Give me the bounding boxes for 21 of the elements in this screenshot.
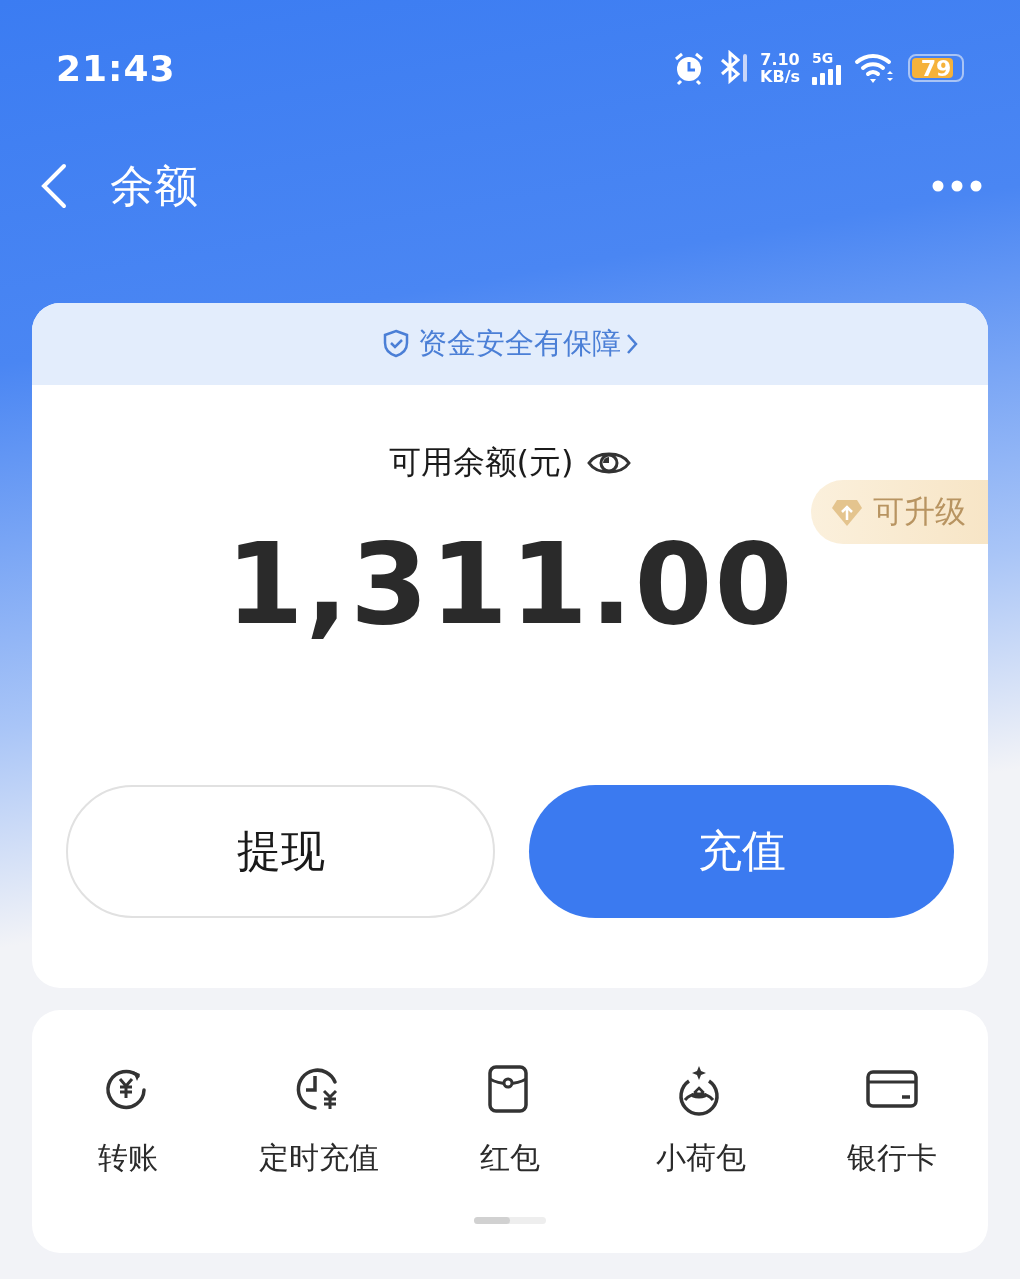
shortcut-item[interactable]: 银行卡 xyxy=(796,1060,988,1179)
network-speed: 7.10 KB/s xyxy=(760,51,800,85)
page-title: 余额 xyxy=(110,158,199,213)
shortcut-item[interactable]: 红包 xyxy=(414,1060,606,1179)
shortcut-item[interactable]: 定时充值 xyxy=(223,1060,415,1179)
recharge-button[interactable]: 充值 xyxy=(529,785,954,918)
status-time: 21:43 xyxy=(56,47,177,89)
chevron-right-icon xyxy=(624,332,639,356)
network-type: 5G xyxy=(812,51,835,65)
withdraw-button[interactable]: 提现 xyxy=(66,785,495,918)
bluetooth-icon xyxy=(718,50,749,86)
more-icon[interactable] xyxy=(932,180,982,192)
battery-icon: 79 xyxy=(908,54,964,82)
balance-label: 可用余额(元) xyxy=(388,442,574,483)
shortcut-item[interactable]: 转账 xyxy=(32,1060,224,1179)
shield-icon xyxy=(381,328,410,360)
shortcut-item[interactable]: 小荷包 xyxy=(605,1060,797,1179)
signal-icon xyxy=(812,65,842,85)
banner-text: 资金安全有保障 xyxy=(417,325,621,362)
page-indicator xyxy=(474,1217,546,1224)
balance-amount: 1,311.00 xyxy=(225,519,795,649)
